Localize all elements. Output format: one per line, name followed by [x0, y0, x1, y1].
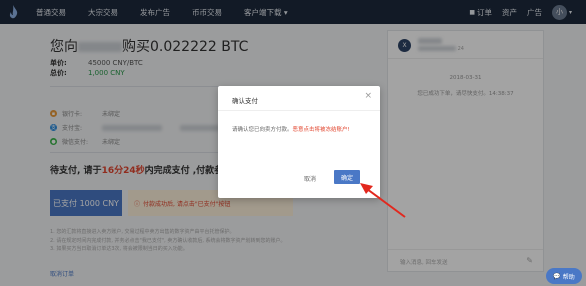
dialog-warning-text: 恶意点击将被冻结账户! [292, 127, 350, 133]
dialog-cancel-button[interactable]: 取消 [304, 174, 316, 183]
dialog-message-text: 请确认您已向卖方付款。 [232, 127, 293, 133]
dialog-confirm-button[interactable]: 确定 [334, 170, 360, 184]
help-button[interactable]: 💬 帮助 [546, 268, 582, 284]
dialog-title: 确认支付 [232, 97, 258, 105]
dialog-message: 请确认您已向卖方付款。恶意点击将被冻结账户! [232, 126, 372, 135]
dialog-divider [218, 110, 380, 111]
help-label: 帮助 [562, 273, 575, 281]
chat-bubble-icon: 💬 [553, 272, 561, 280]
close-icon[interactable]: × [364, 91, 372, 101]
confirm-payment-dialog: 确认支付 × 请确认您已向卖方付款。恶意点击将被冻结账户! 取消 确定 [218, 86, 380, 198]
